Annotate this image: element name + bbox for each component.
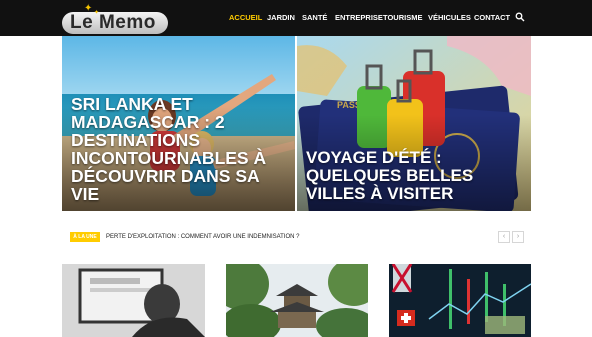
logo-text: Le Memo <box>70 12 156 33</box>
computer-photo <box>62 264 205 337</box>
nav-item-accueil[interactable]: ACCUEIL <box>229 13 262 23</box>
finance-photo <box>389 264 531 337</box>
nav-item-sante[interactable]: SANTÉ <box>302 13 327 23</box>
sparkle-icon: ✦ <box>94 10 100 16</box>
sparkle-icon: ✦ <box>84 3 93 14</box>
nav-item-vehicules[interactable]: VÉHICULES <box>428 13 471 23</box>
nav-item-contact[interactable]: CONTACT <box>474 13 510 23</box>
hero-title[interactable]: Sri Lanka et Madagascar : 2 destinations… <box>71 95 287 203</box>
hero-article-voyage[interactable]: PASSPORT Voyage d'été : quelques belles … <box>297 36 531 211</box>
chevron-right-icon[interactable]: › <box>512 231 524 243</box>
search-icon[interactable] <box>515 12 525 22</box>
article-thumbnail-pagoda[interactable] <box>226 264 368 337</box>
news-ticker: À LA UNE PERTE D'EXPLOITATION : COMMENT … <box>70 231 530 243</box>
chevron-left-icon[interactable]: ‹ <box>498 231 510 243</box>
nav-item-jardin[interactable]: JARDIN <box>267 13 295 23</box>
site-logo[interactable]: Le Memo ✦ ✦ <box>62 4 168 34</box>
article-thumbnail-finance[interactable] <box>389 264 531 337</box>
ticker-headline[interactable]: PERTE D'EXPLOITATION : COMMENT AVOIR UNE… <box>106 232 300 242</box>
hero-article-sri-lanka[interactable]: Sri Lanka et Madagascar : 2 destinations… <box>62 36 295 211</box>
pagoda-photo <box>226 264 368 337</box>
top-navigation-bar: Le Memo ✦ ✦ ACCUEIL JARDIN SANTÉ ENTREPR… <box>0 0 592 36</box>
hero-title[interactable]: Voyage d'été : quelques belles villes à … <box>306 149 523 203</box>
ticker-badge: À LA UNE <box>70 232 100 242</box>
article-thumbnail-computer[interactable] <box>62 264 205 337</box>
nav-item-entreprise[interactable]: ENTREPRISE <box>335 13 383 23</box>
nav-item-tourisme[interactable]: TOURISME <box>383 13 422 23</box>
